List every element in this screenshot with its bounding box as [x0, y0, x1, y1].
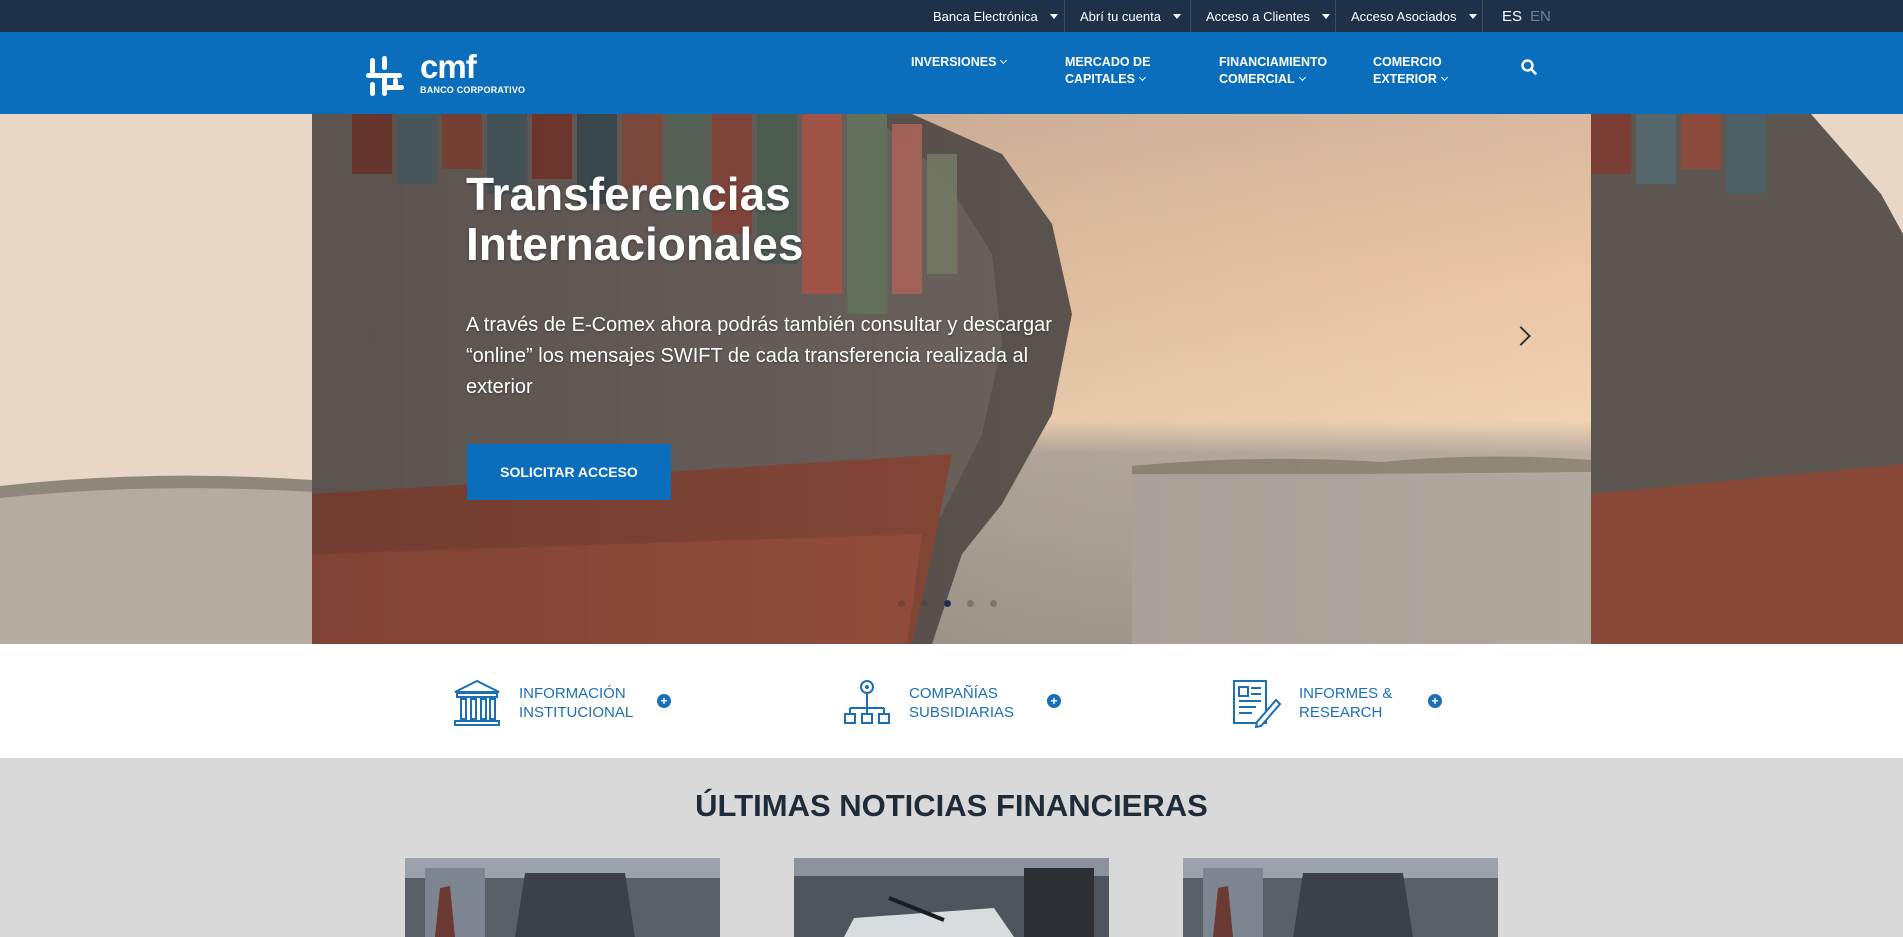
bank-icon: [454, 679, 500, 726]
nav-label-line1: MERCADO DE: [1065, 55, 1151, 69]
caret-down-icon: [1172, 13, 1181, 19]
feature-label-line2: INSTITUCIONAL: [519, 704, 634, 721]
chevron-down-icon: [1138, 73, 1146, 82]
hero-next-slide-peek: [1591, 114, 1903, 644]
feature-label-line2: RESEARCH: [1299, 704, 1383, 721]
news-card[interactable]: [794, 858, 1109, 937]
hero-title: Transferencias Internacionales: [466, 168, 804, 270]
news-card-image: [794, 858, 1109, 937]
nav-financiamiento-comercial[interactable]: FINANCIAMIENTO COMERCIAL: [1219, 54, 1327, 88]
acceso-asociados-label: Acceso Asociados: [1351, 8, 1457, 24]
report-icon: [1233, 680, 1282, 728]
feature-label-line1: INFORMACIÓN: [519, 685, 626, 702]
carousel-dot[interactable]: [967, 600, 974, 607]
org-chart-icon: [844, 680, 890, 724]
main-navigation: cmf BANCO CORPORATIVO INVERSIONES MERCAD…: [0, 32, 1903, 114]
nav-label-line1: COMERCIO: [1373, 55, 1442, 69]
news-section-title: ÚLTIMAS NOTICIAS FINANCIERAS: [695, 788, 1208, 823]
hero-prev-slide-peek: [0, 114, 312, 644]
lang-es[interactable]: ES: [1502, 8, 1522, 25]
carousel-dot-active[interactable]: [944, 600, 951, 607]
chevron-down-icon: [1000, 56, 1008, 65]
acceso-clientes-label: Acceso a Clientes: [1206, 8, 1311, 24]
search-button[interactable]: [1520, 58, 1538, 76]
brand-logo[interactable]: cmf BANCO CORPORATIVO: [366, 48, 536, 98]
nav-comercio-exterior[interactable]: COMERCIO EXTERIOR: [1373, 54, 1448, 88]
abri-tu-cuenta-label: Abrí tu cuenta: [1080, 8, 1161, 24]
solicitar-acceso-button[interactable]: SOLICITAR ACCESO: [467, 444, 671, 500]
abri-tu-cuenta-dropdown[interactable]: Abrí tu cuenta: [1080, 0, 1181, 32]
nav-mercado-de-capitales[interactable]: MERCADO DE CAPITALES: [1065, 54, 1150, 88]
news-card-image: [1183, 858, 1498, 937]
feature-label-line1: INFORMES &: [1299, 685, 1393, 702]
acceso-asociados-dropdown[interactable]: Acceso Asociados: [1351, 0, 1477, 32]
plus-icon[interactable]: +: [657, 694, 671, 708]
plus-icon[interactable]: +: [1047, 694, 1061, 708]
banca-electronica-label: Banca Electrónica: [933, 8, 1038, 24]
feature-informes-research[interactable]: INFORMES & RESEARCH +: [1232, 644, 1462, 758]
brand-name: cmf: [420, 48, 477, 85]
caret-down-icon: [1322, 13, 1331, 19]
plus-icon[interactable]: +: [1428, 694, 1442, 708]
chevron-down-icon: [1440, 73, 1448, 82]
carousel-dot[interactable]: [921, 600, 928, 607]
feature-label: INFORMACIÓN INSTITUCIONAL: [519, 684, 633, 722]
feature-informacion-institucional[interactable]: INFORMACIÓN INSTITUCIONAL +: [452, 644, 682, 758]
hero-description: A través de E-Comex ahora podrás también…: [466, 314, 1052, 398]
acceso-clientes-dropdown[interactable]: Acceso a Clientes: [1206, 0, 1331, 32]
hero-carousel: Transferencias Internacionales A través …: [0, 114, 1903, 644]
feature-label: COMPAÑÍAS SUBSIDIARIAS: [909, 684, 1014, 722]
utility-bar: Banca Electrónica Abrí tu cuenta Acceso …: [0, 0, 1903, 32]
chevron-down-icon: [1298, 73, 1306, 82]
carousel-dot[interactable]: [990, 600, 997, 607]
divider: [1335, 0, 1336, 32]
caret-down-icon: [1468, 13, 1477, 19]
divider: [1482, 0, 1483, 32]
divider: [1190, 0, 1191, 32]
caret-down-icon: [1049, 13, 1058, 19]
feature-label-line1: COMPAÑÍAS: [909, 685, 998, 702]
features-strip: INFORMACIÓN INSTITUCIONAL + COMPAÑÍAS SU…: [0, 644, 1903, 758]
nav-label-line1: FINANCIAMIENTO: [1219, 55, 1328, 69]
cmf-logo-icon: [366, 56, 404, 96]
lang-en[interactable]: EN: [1530, 8, 1551, 25]
carousel-indicators: [898, 600, 1013, 607]
nav-label-line2: CAPITALES: [1065, 72, 1135, 86]
news-card[interactable]: [405, 858, 720, 937]
news-card[interactable]: [1183, 858, 1498, 937]
divider: [1064, 0, 1065, 32]
brand-subtitle: BANCO CORPORATIVO: [420, 85, 526, 95]
nav-inversiones-label: INVERSIONES: [911, 55, 997, 69]
banca-electronica-dropdown[interactable]: Banca Electrónica: [933, 0, 1058, 32]
search-icon: [1521, 59, 1537, 75]
language-switcher: ES EN: [1502, 0, 1551, 32]
news-card-image: [405, 858, 720, 937]
nav-inversiones[interactable]: INVERSIONES: [911, 54, 1008, 71]
carousel-dot[interactable]: [898, 600, 905, 607]
ship-image-right: [1591, 114, 1903, 644]
nav-label-line2: COMERCIAL: [1219, 72, 1295, 86]
feature-companias-subsidiarias[interactable]: COMPAÑÍAS SUBSIDIARIAS +: [842, 644, 1072, 758]
feature-label-line2: SUBSIDIARIAS: [909, 704, 1015, 721]
ship-image-left: [0, 114, 312, 644]
feature-label: INFORMES & RESEARCH: [1299, 684, 1392, 722]
nav-label-line2: EXTERIOR: [1373, 72, 1437, 86]
news-section: ÚLTIMAS NOTICIAS FINANCIERAS: [0, 758, 1903, 937]
